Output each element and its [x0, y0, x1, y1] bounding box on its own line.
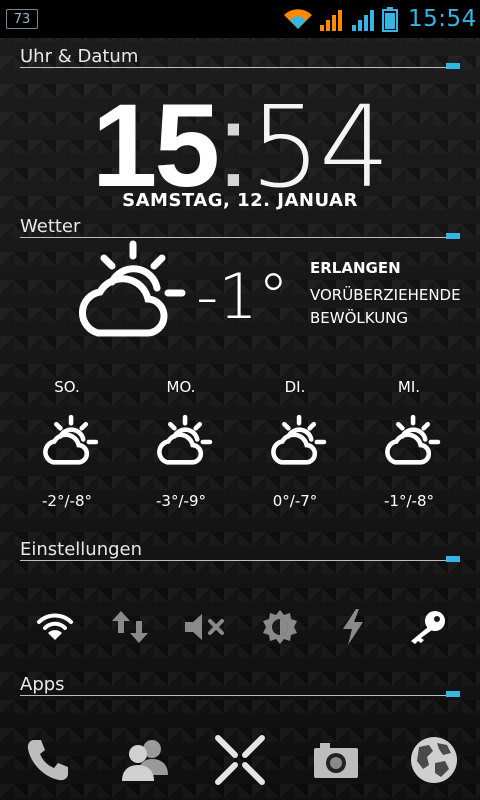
phone-app[interactable] — [18, 730, 78, 790]
forecast-day-label: MI. — [397, 378, 421, 396]
power-toggle[interactable] — [328, 602, 378, 652]
wifi-signal-icon — [284, 9, 312, 29]
section-handle[interactable] — [446, 556, 460, 562]
partly-cloudy-icon — [157, 414, 213, 465]
wifi-icon — [37, 613, 73, 640]
section-title: Apps — [20, 674, 65, 695]
key-icon — [411, 611, 445, 644]
section-header-settings[interactable]: Einstellungen — [20, 539, 460, 563]
divider — [20, 560, 460, 561]
notification-badge[interactable]: 73 — [6, 9, 38, 29]
cell-signal-icon — [320, 10, 342, 31]
browser-icon — [411, 737, 457, 783]
forecast-day-label: DI. — [284, 378, 306, 396]
section-header-weather[interactable]: Wetter — [20, 216, 460, 240]
forecast-day[interactable]: DI. 0°/-7° — [245, 378, 345, 510]
contacts-icon — [122, 740, 168, 781]
forecast-day[interactable]: MI. -1°/-8° — [359, 378, 459, 510]
section-title: Wetter — [20, 216, 81, 237]
brightness-toggle[interactable] — [255, 602, 305, 652]
forecast-day[interactable]: SO. -2°/-8° — [17, 378, 117, 510]
divider — [20, 67, 460, 68]
mute-icon — [185, 614, 224, 640]
cell-signal-icon — [352, 10, 374, 31]
weather-city: ERLANGEN — [310, 259, 401, 277]
section-handle[interactable] — [446, 233, 460, 239]
weather-condition: VORÜBERZIEHENDE BEWÖLKUNG — [310, 286, 461, 327]
app-drawer[interactable] — [210, 730, 270, 790]
forecast-day[interactable]: MO. -3°/-9° — [131, 378, 231, 510]
mute-toggle[interactable] — [180, 602, 230, 652]
lightning-icon — [343, 609, 363, 645]
divider — [20, 695, 460, 696]
data-sync-icon — [112, 611, 148, 643]
camera-icon — [314, 743, 358, 778]
current-temperature: -1° — [196, 260, 289, 333]
forecast-range: -1°/-8° — [384, 492, 434, 510]
key-toggle[interactable] — [402, 602, 452, 652]
clock-date: SAMSTAG, 12. JANUAR — [122, 190, 358, 211]
partly-cloudy-icon — [385, 414, 441, 465]
forecast-day-label: MO. — [166, 378, 196, 396]
status-time: 15:54 — [408, 6, 477, 32]
section-header-clock[interactable]: Uhr & Datum — [20, 46, 460, 70]
status-bar[interactable]: 73 15:54 — [0, 0, 480, 38]
phone-icon — [27, 740, 69, 781]
app-drawer-icon — [215, 735, 265, 785]
section-title: Einstellungen — [20, 539, 143, 560]
data-sync-toggle[interactable] — [105, 602, 155, 652]
forecast-day-label: SO. — [54, 378, 80, 396]
partly-cloudy-icon — [43, 414, 99, 465]
camera-app[interactable] — [306, 730, 366, 790]
section-title: Uhr & Datum — [20, 46, 139, 67]
section-header-apps[interactable]: Apps — [20, 674, 460, 698]
brightness-icon — [263, 610, 297, 644]
forecast-range: -2°/-8° — [42, 492, 92, 510]
battery-icon — [382, 7, 398, 32]
forecast-range: -3°/-9° — [156, 492, 206, 510]
browser-app[interactable] — [404, 730, 464, 790]
contacts-app[interactable] — [115, 730, 175, 790]
forecast-range: 0°/-7° — [272, 492, 318, 510]
partly-cloudy-icon — [271, 414, 327, 465]
section-handle[interactable] — [446, 63, 460, 69]
partly-cloudy-icon[interactable] — [60, 238, 190, 348]
wifi-toggle[interactable] — [30, 602, 80, 652]
section-handle[interactable] — [446, 691, 460, 697]
